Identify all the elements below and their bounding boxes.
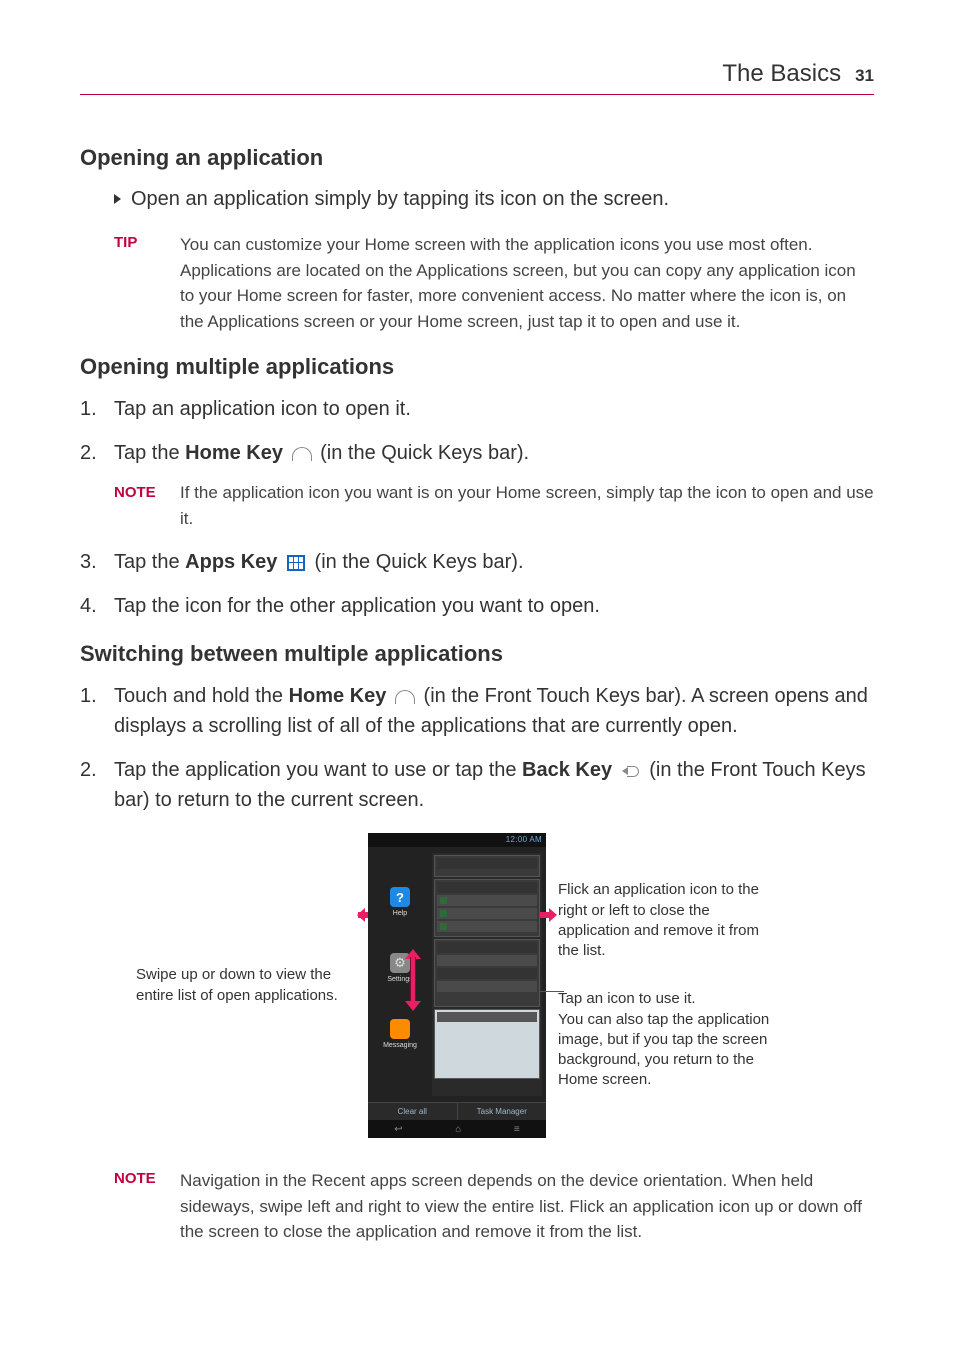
callout-swipe: Swipe up or down to view the entire list… — [136, 965, 356, 1006]
bullet-text: Open an application simply by tapping it… — [131, 185, 669, 214]
app-icon-messaging: Messaging — [372, 1019, 428, 1049]
step-text: Tap the application you want to use or t… — [114, 759, 522, 781]
home-key-icon — [291, 445, 313, 463]
note-label: NOTE — [114, 480, 158, 531]
phone-app-column: ? Help ⚙ Settings Messaging — [372, 865, 428, 1096]
bullet-open-app: Open an application simply by tapping it… — [114, 185, 874, 214]
step-4: Tap the icon for the other application y… — [80, 591, 874, 621]
switch-step-2: Tap the application you want to use or t… — [80, 755, 874, 815]
back-key-icon — [620, 762, 642, 780]
phone-preview-stack — [432, 853, 542, 1096]
tip-label: TIP — [114, 232, 158, 334]
clear-all-button: Clear all — [368, 1102, 457, 1120]
callout-tap-line2: You can also tap the application image, … — [558, 1010, 778, 1091]
nav-back-icon: ↩ — [394, 1124, 402, 1135]
step-text: (in the Quick Keys bar). — [320, 442, 529, 464]
step-2: Tap the Home Key (in the Quick Keys bar)… — [80, 438, 874, 531]
home-key-label: Home Key — [185, 442, 283, 464]
app-label: Messaging — [383, 1042, 417, 1049]
step-1: Tap an application icon to open it. — [80, 394, 874, 424]
phone-screenshot: 12:00 AM ? Help ⚙ Settings Messaging — [368, 833, 546, 1138]
tip-block: TIP You can customize your Home screen w… — [114, 232, 874, 334]
home-key-icon — [394, 688, 416, 706]
leader-line-icon — [540, 991, 564, 992]
step-text: Tap the — [114, 551, 185, 573]
phone-status-bar: 12:00 AM — [368, 833, 546, 847]
page-number: 31 — [855, 66, 874, 86]
note-label: NOTE — [114, 1168, 158, 1245]
status-time: 12:00 AM — [506, 835, 542, 844]
swipe-vertical-arrow-icon — [408, 949, 418, 1011]
back-key-label: Back Key — [522, 759, 612, 781]
home-key-label: Home Key — [289, 685, 387, 707]
note-block-inline: NOTE If the application icon you want is… — [114, 480, 874, 531]
heading-switching: Switching between multiple applications — [80, 641, 874, 667]
note-body: Navigation in the Recent apps screen dep… — [180, 1168, 874, 1245]
right-callout-group: Flick an application icon to the right o… — [558, 880, 818, 1090]
callout-flick: Flick an application icon to the right o… — [558, 880, 778, 961]
callout-tap: Tap an icon to use it. You can also tap … — [558, 989, 778, 1090]
flick-left-arrow-icon — [358, 907, 374, 925]
app-label: Help — [393, 910, 407, 917]
triangle-bullet-icon — [114, 194, 121, 204]
apps-key-label: Apps Key — [185, 551, 277, 573]
tip-body: You can customize your Home screen with … — [180, 232, 874, 334]
heading-multiple-apps: Opening multiple applications — [80, 354, 874, 380]
step-text: (in the Quick Keys bar). — [315, 551, 524, 573]
figure-recent-apps: Swipe up or down to view the entire list… — [80, 833, 874, 1138]
apps-key-icon — [285, 554, 307, 572]
phone-nav-bar: ↩ ⌂ ≡ — [368, 1120, 546, 1138]
nav-home-icon: ⌂ — [455, 1124, 461, 1135]
task-manager-button: Task Manager — [457, 1102, 547, 1120]
app-icon-help: ? Help — [372, 887, 428, 917]
step-text: Touch and hold the — [114, 685, 289, 707]
step-text: Tap an application icon to open it. — [114, 398, 411, 420]
phone-body: ? Help ⚙ Settings Messaging — [368, 847, 546, 1102]
bottom-note-block: NOTE Navigation in the Recent apps scree… — [114, 1168, 874, 1245]
callout-tap-line1: Tap an icon to use it. — [558, 989, 778, 1009]
step-text: Tap the — [114, 442, 185, 464]
heading-opening-app: Opening an application — [80, 145, 874, 171]
page-header: The Basics 31 — [80, 60, 874, 95]
step-3: Tap the Apps Key (in the Quick Keys bar)… — [80, 547, 874, 577]
switch-step-1: Touch and hold the Home Key (in the Fron… — [80, 681, 874, 741]
flick-right-arrow-icon — [540, 907, 556, 925]
nav-menu-icon: ≡ — [514, 1124, 520, 1135]
note-body: If the application icon you want is on y… — [180, 480, 874, 531]
header-section-title: The Basics — [722, 60, 841, 88]
steps-multiple-apps: Tap an application icon to open it. Tap … — [80, 394, 874, 621]
step-text: Tap the icon for the other application y… — [114, 595, 600, 617]
steps-switching: Touch and hold the Home Key (in the Fron… — [80, 681, 874, 815]
phone-footer-buttons: Clear all Task Manager — [368, 1102, 546, 1120]
